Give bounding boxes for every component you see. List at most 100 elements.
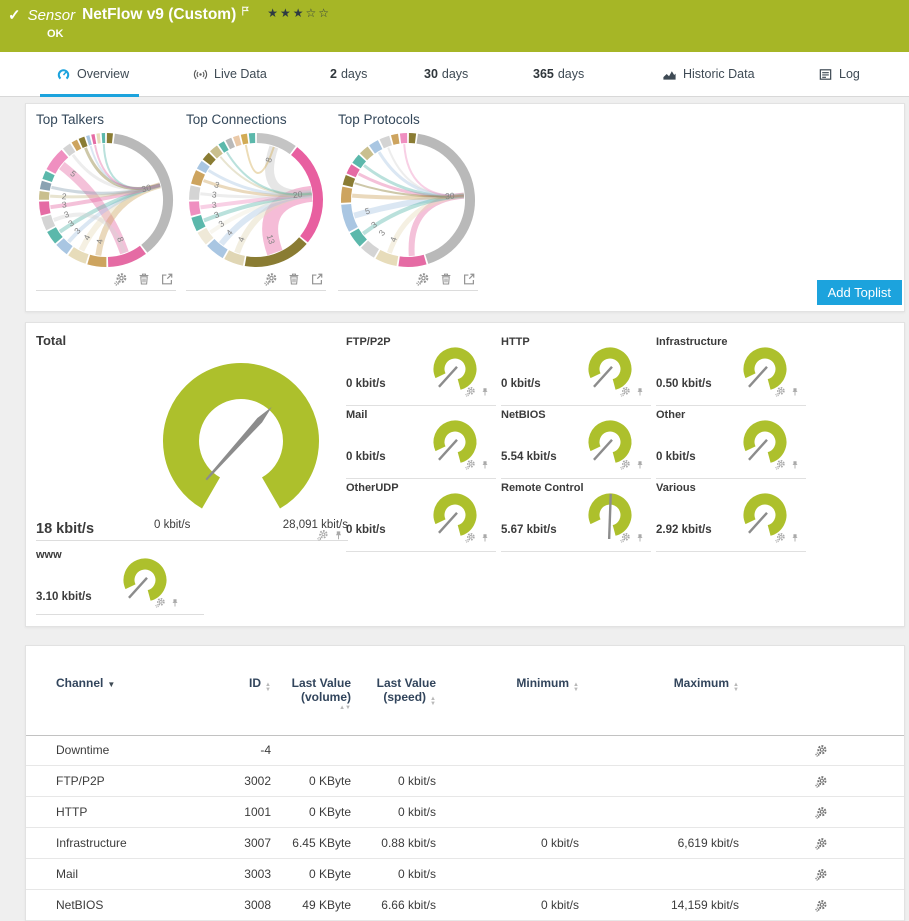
sort-icon[interactable]: ▲▼ — [275, 706, 351, 711]
object-kind-label: Sensor — [28, 7, 76, 24]
gauge-pin-icon[interactable] — [635, 387, 645, 397]
gauge-cell-mail: Mail0 kbit/s — [346, 407, 496, 479]
gauge-pin-icon[interactable] — [333, 530, 344, 541]
priority-stars[interactable]: ★★★☆☆ — [267, 6, 331, 20]
gauge-scale-min: 0 kbit/s — [154, 519, 190, 531]
gauge-settings-gear-icon[interactable] — [317, 529, 329, 541]
gauge-pin-icon[interactable] — [790, 533, 800, 543]
channel-gauge-label: Infrastructure — [656, 336, 728, 348]
add-toplist-button[interactable]: Add Toplist — [817, 280, 902, 305]
gauge-cell-netbios: NetBIOS 5.54 kbit/s — [501, 407, 651, 479]
gauge-settings-gear-icon[interactable] — [620, 386, 631, 397]
total-gauge — [124, 349, 359, 519]
column-header-last-value-speed[interactable]: Last Value (speed)▲▼ — [351, 676, 436, 711]
gauge-cell-other: Other0 kbit/s — [656, 407, 806, 479]
cell-channel: Mail — [56, 867, 231, 881]
cell-last-value-speed: 6.66 kbit/s — [351, 898, 436, 912]
toplist-open-external-link-icon[interactable] — [462, 272, 476, 286]
gauge-settings-gear-icon[interactable] — [465, 532, 476, 543]
gauge-cell-ftp-p2p: FTP/P2P0 kbit/s — [346, 334, 496, 406]
tab-log[interactable]: Log — [818, 52, 860, 96]
gauge-pin-icon[interactable] — [480, 533, 490, 543]
toplist-delete-trash-icon[interactable] — [137, 272, 151, 286]
channel-gauge-label: Mail — [346, 409, 367, 421]
gauge-cell-remote-control: Remote Control5.67 kbit/s — [501, 480, 651, 552]
channel-settings-gear-icon[interactable] — [815, 837, 828, 850]
total-gauge-value: 18 kbit/s — [36, 521, 94, 537]
toplist-settings-gear-icon[interactable] — [264, 272, 278, 286]
toplist-delete-trash-icon[interactable] — [439, 272, 453, 286]
cell-channel: Downtime — [56, 743, 231, 757]
svg-text:3: 3 — [376, 228, 387, 238]
toplist-title: Top Connections — [186, 112, 326, 127]
table-header-row: Channel▼ ID▲▼ Last Value (volume) ▲▼ Las… — [26, 676, 904, 711]
cell-channel: HTTP — [56, 805, 231, 819]
toplist-open-external-link-icon[interactable] — [160, 272, 174, 286]
gauge-settings-gear-icon[interactable] — [155, 597, 166, 608]
toplist-title: Top Protocols — [338, 112, 478, 127]
gauge-pin-icon[interactable] — [480, 387, 490, 397]
tab-365-days[interactable]: 365days — [533, 52, 584, 96]
toplist-chart-top-connections[interactable]: 820134433333 — [186, 130, 326, 270]
channel-gauge-label: Remote Control — [501, 482, 584, 494]
column-header-id[interactable]: ID▲▼ — [231, 676, 271, 711]
channel-gauge-label: NetBIOS — [501, 409, 546, 421]
channel-settings-gear-icon[interactable] — [815, 868, 828, 881]
cell-last-value-speed: 0 kbit/s — [351, 867, 436, 881]
gauge-settings-gear-icon[interactable] — [775, 459, 786, 470]
gauge-settings-gear-icon[interactable] — [620, 459, 631, 470]
toplist-chart-top-protocols[interactable]: 304335 — [338, 130, 478, 270]
channel-gauge-value: 0 kbit/s — [656, 451, 696, 463]
column-header-maximum[interactable]: Maximum▲▼ — [579, 676, 739, 711]
gauge-pin-icon[interactable] — [635, 533, 645, 543]
toplist-title: Top Talkers — [36, 112, 176, 127]
cell-last-value-volume: 0 KByte — [271, 805, 351, 819]
channel-gauge-value: 5.54 kbit/s — [501, 451, 557, 463]
cell-id: 3003 — [231, 867, 271, 881]
gauge-pin-icon[interactable] — [480, 460, 490, 470]
log-icon — [818, 67, 833, 82]
gauge-settings-gear-icon[interactable] — [775, 532, 786, 543]
channel-gauge-value: 0.50 kbit/s — [656, 378, 712, 390]
gauge-settings-gear-icon[interactable] — [465, 386, 476, 397]
gauge-settings-gear-icon[interactable] — [620, 532, 631, 543]
tab-live-data[interactable]: Live Data — [193, 52, 267, 96]
cell-channel: NetBIOS — [56, 898, 231, 912]
cell-last-value-speed: 0 kbit/s — [351, 774, 436, 788]
channel-settings-gear-icon[interactable] — [815, 806, 828, 819]
column-header-channel[interactable]: Channel▼ — [56, 676, 231, 711]
cell-maximum: 14,159 kbit/s — [579, 898, 739, 912]
gauge-settings-gear-icon[interactable] — [775, 386, 786, 397]
svg-text:3: 3 — [211, 199, 217, 210]
tab-historic-data[interactable]: Historic Data — [662, 52, 755, 96]
cell-id: 3002 — [231, 774, 271, 788]
svg-text:2: 2 — [61, 191, 67, 201]
gauge-pin-icon[interactable] — [790, 460, 800, 470]
toplists-card: Top Talkers 30844333325 Top Connections … — [25, 103, 905, 312]
total-gauge-block: Total 0 kbit/s 28,091 kbit/s 18 kbit/s — [36, 333, 348, 541]
toplist-chart-top-talkers[interactable]: 30844333325 — [36, 130, 176, 270]
tab-30-days[interactable]: 30days — [424, 52, 468, 96]
gauge-pin-icon[interactable] — [170, 598, 180, 608]
toplist-top-talkers: Top Talkers 30844333325 — [36, 112, 176, 291]
channel-gauge-label: OtherUDP — [346, 482, 399, 494]
sort-desc-icon[interactable]: ▼ — [107, 680, 115, 689]
gauge-pin-icon[interactable] — [635, 460, 645, 470]
channel-settings-gear-icon[interactable] — [815, 744, 828, 757]
flag-icon[interactable] — [240, 5, 251, 17]
toplist-settings-gear-icon[interactable] — [416, 272, 430, 286]
channel-settings-gear-icon[interactable] — [815, 899, 828, 912]
column-header-last-value-volume[interactable]: Last Value (volume) ▲▼ — [271, 676, 351, 711]
gauge-pin-icon[interactable] — [790, 387, 800, 397]
column-header-minimum[interactable]: Minimum▲▼ — [436, 676, 579, 711]
toplist-delete-trash-icon[interactable] — [287, 272, 301, 286]
tab-overview[interactable]: Overview — [56, 52, 129, 96]
channel-settings-gear-icon[interactable] — [815, 775, 828, 788]
gauge-settings-gear-icon[interactable] — [465, 459, 476, 470]
tab-2-days[interactable]: 2days — [330, 52, 367, 96]
toplist-settings-gear-icon[interactable] — [114, 272, 128, 286]
toplist-open-external-link-icon[interactable] — [310, 272, 324, 286]
table-row-downtime: Downtime-4 — [26, 735, 904, 766]
tab-bar: Overview Live Data 2days 30days 365days … — [0, 52, 909, 97]
channel-gauge-value: 0 kbit/s — [346, 378, 386, 390]
